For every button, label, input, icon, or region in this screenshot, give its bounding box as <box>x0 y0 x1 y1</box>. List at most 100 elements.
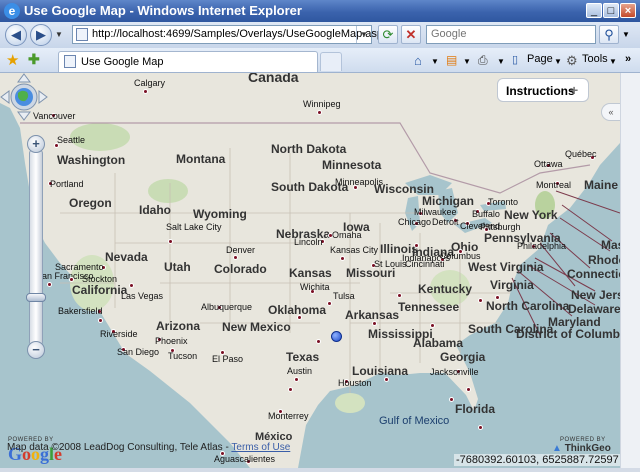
city-el-paso: El Paso <box>212 354 244 364</box>
pan-control[interactable] <box>0 73 48 121</box>
page-icon <box>76 28 88 41</box>
search-options-icon[interactable]: ▼ <box>622 30 630 39</box>
state-california: California <box>72 283 128 297</box>
window-title-bar: e Use Google Map - Windows Internet Expl… <box>0 0 640 22</box>
city-dot <box>143 89 148 94</box>
city-tucson: Tucson <box>168 351 198 361</box>
tools-dropdown-icon[interactable]: ▼ <box>609 57 617 66</box>
city-dot <box>129 283 134 288</box>
vertical-scrollbar[interactable] <box>620 73 640 468</box>
map-viewport[interactable]: Canada México North Dakota South Dakota … <box>0 73 620 468</box>
feeds-dropdown-icon[interactable]: ▼ <box>463 57 471 66</box>
new-tab-button[interactable] <box>320 52 342 71</box>
state-tennessee: Tennessee <box>398 300 460 314</box>
tab-use-google-map[interactable]: Use Google Map <box>58 51 318 72</box>
stop-button[interactable]: ✕ <box>401 25 421 44</box>
state-wyoming: Wyoming <box>193 207 247 221</box>
forward-arrow-icon: ▶ <box>36 27 46 42</box>
home-icon[interactable]: ⌂ <box>414 53 422 68</box>
city-dot <box>495 295 500 300</box>
city-montreal: Montreal <box>536 180 572 190</box>
city-cincinnati: Cincinnati <box>405 259 445 269</box>
search-input[interactable] <box>427 26 595 42</box>
city-dot <box>372 321 377 326</box>
city-dot <box>466 387 471 392</box>
address-dropdown-icon[interactable]: ▼ <box>356 26 371 43</box>
tab-page-icon <box>64 55 76 68</box>
city-aguascalientes: Aguascalientes <box>214 454 276 464</box>
location-marker-icon[interactable] <box>331 331 342 342</box>
state-arizona: Arizona <box>156 319 201 333</box>
city-columbus: Columbus <box>440 251 481 261</box>
city-dot <box>316 339 321 344</box>
city-omaha: Omaha <box>332 230 362 240</box>
city-jacksonville: Jacksonville <box>430 367 479 377</box>
address-field[interactable]: http://localhost:4699/Samples/Overlays/U… <box>72 25 389 44</box>
city-quebec: Québec <box>565 149 597 159</box>
zoom-slider-track[interactable] <box>29 150 43 345</box>
city-houston: Houston <box>338 378 372 388</box>
state-maine: Maine <box>584 178 619 192</box>
state-virginia: Virginia <box>490 278 534 292</box>
state-louisiana: Louisiana <box>352 364 409 378</box>
state-washington: Washington <box>57 153 126 167</box>
state-alabama: Alabama <box>413 336 464 350</box>
chevron-more-icon[interactable]: » <box>625 53 631 65</box>
zoom-out-button[interactable]: − <box>27 341 45 359</box>
state-south-carolina: South Carolina <box>468 322 554 336</box>
address-toolbar: ◀ ▶ ▼ http://localhost:4699/Samples/Over… <box>0 22 640 48</box>
print-dropdown-icon[interactable]: ▼ <box>497 57 505 66</box>
maximize-button[interactable]: □ <box>603 3 619 18</box>
search-button[interactable]: ⚲ <box>599 25 619 44</box>
city-phoenix: Phoenix <box>155 336 188 346</box>
city-seattle: Seattle <box>57 135 86 145</box>
stop-icon: ✕ <box>405 27 417 42</box>
city-monterrey: Monterrey <box>268 411 309 421</box>
state-district-of-columbia: District of Columbia <box>516 327 620 341</box>
city-dot <box>384 377 389 382</box>
window-title: Use Google Map - Windows Internet Explor… <box>24 3 302 18</box>
tab-label: Use Google Map <box>81 56 164 68</box>
water-gulf-of-mexico: Gulf of Mexico <box>379 415 450 427</box>
state-nevada: Nevada <box>105 250 148 264</box>
state-kentucky: Kentucky <box>418 282 473 296</box>
city-lincoln: Lincoln <box>294 237 323 247</box>
state-north-carolina: North Carolina <box>486 299 570 313</box>
state-arkansas: Arkansas <box>345 308 400 322</box>
print-icon[interactable]: ⎙ <box>478 53 488 68</box>
page-dropdown-icon[interactable]: ▼ <box>554 57 562 66</box>
instructions-panel[interactable]: Instructions + <box>497 78 589 102</box>
city-dot <box>168 239 173 244</box>
forward-button[interactable]: ▶ <box>30 24 52 46</box>
city-dot <box>69 277 74 282</box>
add-favorites-icon[interactable]: ✚ <box>28 51 40 68</box>
terms-of-use-link[interactable]: Terms of Use <box>231 442 290 453</box>
tools-menu[interactable]: Tools <box>582 53 608 65</box>
zoom-in-button[interactable]: + <box>27 135 45 153</box>
city-austin: Austin <box>287 366 313 376</box>
instructions-toggle[interactable]: + <box>570 82 578 98</box>
city-dot <box>397 293 402 298</box>
collapse-panel-button[interactable]: « <box>601 103 620 121</box>
status-bar <box>0 468 640 472</box>
minimize-button[interactable]: _ <box>586 3 602 18</box>
address-url[interactable]: http://localhost:4699/Samples/Overlays/U… <box>92 28 389 40</box>
refresh-button[interactable]: ⟳ <box>378 25 398 44</box>
page-menu[interactable]: Page <box>527 53 553 65</box>
close-button[interactable]: × <box>620 3 636 18</box>
city-bakersfield: Bakersfield <box>58 306 103 316</box>
favorites-star-icon[interactable]: ★ <box>6 51 19 69</box>
home-dropdown-icon[interactable]: ▼ <box>431 57 439 66</box>
tab-bar: ★ ✚ Use Google Map ⌂ ▼ ▤ ▼ ⎙ ▼ ▯ Page ▼ … <box>0 48 640 73</box>
instructions-label: Instructions <box>506 84 575 98</box>
history-dropdown-icon[interactable]: ▼ <box>55 30 63 39</box>
feeds-icon[interactable]: ▤ <box>446 53 457 67</box>
map-copyright: Map data ©2008 LeadDog Consulting, Tele … <box>7 442 291 453</box>
back-button[interactable]: ◀ <box>5 24 27 46</box>
city-tulsa: Tulsa <box>333 291 355 301</box>
zoom-slider-handle[interactable] <box>26 293 46 302</box>
search-field[interactable] <box>426 25 596 44</box>
city-dot <box>449 397 454 402</box>
city-buffalo: Buffalo <box>472 209 500 219</box>
state-oregon: Oregon <box>69 196 112 210</box>
